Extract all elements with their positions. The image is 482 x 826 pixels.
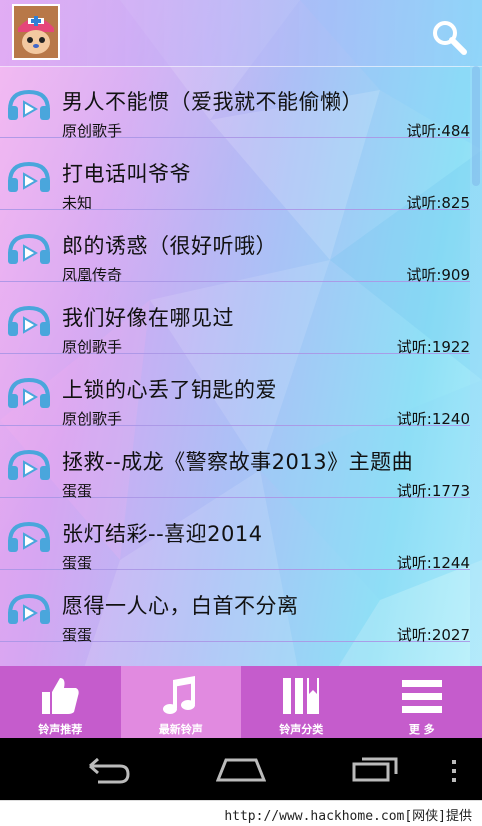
song-row[interactable]: 男人不能惯（爱我就不能偷懒） 原创歌手 试听:484 <box>0 66 470 140</box>
watermark-text: http://www.hackhome.com[网侠]提供 <box>224 809 472 824</box>
home-icon[interactable] <box>216 756 266 782</box>
song-row[interactable]: 上锁的心丢了钥匙的爱 原创歌手 试听:1240 <box>0 354 470 428</box>
song-title: 上锁的心丢了钥匙的爱 <box>62 378 277 402</box>
song-row[interactable]: 我们好像在哪见过 原创歌手 试听:1922 <box>0 282 470 356</box>
speaker-play-icon[interactable] <box>6 304 52 338</box>
song-list: 男人不能惯（爱我就不能偷懒） 原创歌手 试听:484 打电话叫爷爷 未知 试听:825 郎的… <box>0 66 470 644</box>
music-note-icon <box>162 676 195 714</box>
top-bar <box>0 0 482 67</box>
speaker-play-icon[interactable] <box>6 376 52 410</box>
song-title: 愿得一人心，白首不分离 <box>62 594 299 618</box>
song-row[interactable]: 拯救--成龙《警察故事2013》主题曲 蛋蛋 试听:1773 <box>0 426 470 500</box>
song-artist: 蛋蛋 <box>62 626 93 644</box>
speaker-play-icon[interactable] <box>6 448 52 482</box>
bottom-tab-bar: 铃声推荐 最新铃声 铃声分类 更 多 <box>0 666 482 738</box>
watermark-footer: http://www.hackhome.com[网侠]提供 <box>0 800 482 826</box>
category-book-icon <box>283 678 320 714</box>
scrollbar-thumb[interactable] <box>472 66 480 186</box>
tab-newest[interactable]: 最新铃声 <box>120 666 241 738</box>
speaker-play-icon[interactable] <box>6 592 52 626</box>
song-title: 打电话叫爷爷 <box>62 162 191 186</box>
song-row[interactable]: 打电话叫爷爷 未知 试听:825 <box>0 138 470 212</box>
chopper-avatar-icon[interactable] <box>12 4 60 60</box>
speaker-play-icon[interactable] <box>6 160 52 194</box>
thumbs-up-icon <box>42 678 79 714</box>
song-title: 郎的诱惑（很好听哦） <box>62 234 277 258</box>
tab-label: 铃声分类 <box>279 723 324 736</box>
tab-more[interactable]: 更 多 <box>362 666 482 738</box>
system-navigation-bar <box>0 738 482 800</box>
back-icon[interactable] <box>84 756 132 784</box>
tab-label: 铃声推荐 <box>38 723 83 736</box>
speaker-play-icon[interactable] <box>6 232 52 266</box>
overflow-icon[interactable] <box>450 760 458 782</box>
scrollbar[interactable] <box>470 66 482 680</box>
song-title: 男人不能惯（爱我就不能偷懒） <box>62 90 363 114</box>
song-row[interactable]: 愿得一人心，白首不分离蛋蛋 试听:2027 <box>0 570 470 644</box>
tab-recommended[interactable]: 铃声推荐 <box>0 666 121 738</box>
recents-icon[interactable] <box>352 756 398 782</box>
app-screen: 男人不能惯（爱我就不能偷懒） 原创歌手 试听:484 打电话叫爷爷 未知 试听:825 郎的… <box>0 0 482 800</box>
tab-categories[interactable]: 铃声分类 <box>241 666 362 738</box>
song-row[interactable]: 张灯结彩--喜迎2014 蛋蛋 试听:1244 <box>0 498 470 572</box>
menu-icon <box>401 680 442 713</box>
song-title: 张灯结彩--喜迎2014 <box>62 522 263 546</box>
speaker-play-icon[interactable] <box>6 88 52 122</box>
speaker-play-icon[interactable] <box>6 520 52 554</box>
play-count: 试听:2027 <box>396 626 470 644</box>
tab-label: 更 多 <box>408 723 435 736</box>
tab-label: 最新铃声 <box>158 723 203 736</box>
song-title: 拯救--成龙《警察故事2013》主题曲 <box>62 450 414 474</box>
song-title: 我们好像在哪见过 <box>62 306 234 330</box>
song-row[interactable]: 郎的诱惑（很好听哦） 凤凰传奇 试听:909 <box>0 210 470 284</box>
search-icon[interactable] <box>430 18 468 56</box>
